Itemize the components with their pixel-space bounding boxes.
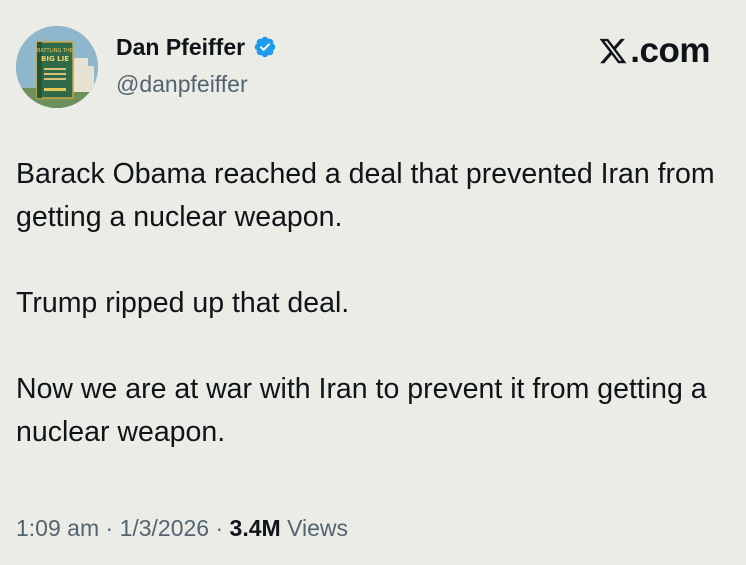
tweet-time[interactable]: 1:09 am: [16, 515, 99, 541]
tweet-paragraph: Trump ripped up that deal.: [16, 287, 350, 319]
views-count[interactable]: 3.4M: [230, 515, 281, 541]
author-handle[interactable]: @danpfeiffer: [116, 70, 248, 98]
svg-text:BATTLING THE: BATTLING THE: [37, 48, 73, 54]
author-name-row: Dan Pfeiffer: [116, 33, 277, 61]
meta-separator: ·: [99, 515, 120, 541]
tweet-paragraph: Now we are at war with Iran to prevent i…: [16, 373, 707, 448]
meta-separator: ·: [209, 515, 230, 541]
svg-text:BIG LIE: BIG LIE: [41, 55, 69, 63]
tweet-date[interactable]: 1/3/2026: [120, 515, 210, 541]
tweet-metadata: 1:09 am · 1/3/2026 · 3.4M Views: [16, 511, 348, 545]
avatar[interactable]: BATTLING THE BIG LIE: [16, 26, 98, 108]
views-label: Views: [280, 515, 349, 541]
tweet-paragraph: Barack Obama reached a deal that prevent…: [16, 158, 715, 233]
author-display-name[interactable]: Dan Pfeiffer: [116, 33, 245, 61]
x-com-brand: .com: [598, 32, 710, 70]
tweet-text: Barack Obama reached a deal that prevent…: [16, 153, 736, 454]
book-cover-avatar-icon: BATTLING THE BIG LIE: [16, 26, 98, 108]
tweet-card: BATTLING THE BIG LIE Dan Pfeiffer @danpf…: [0, 0, 746, 565]
brand-domain-text: .com: [630, 31, 710, 70]
x-logo-icon: [599, 38, 627, 64]
verified-badge-icon: [254, 36, 276, 58]
